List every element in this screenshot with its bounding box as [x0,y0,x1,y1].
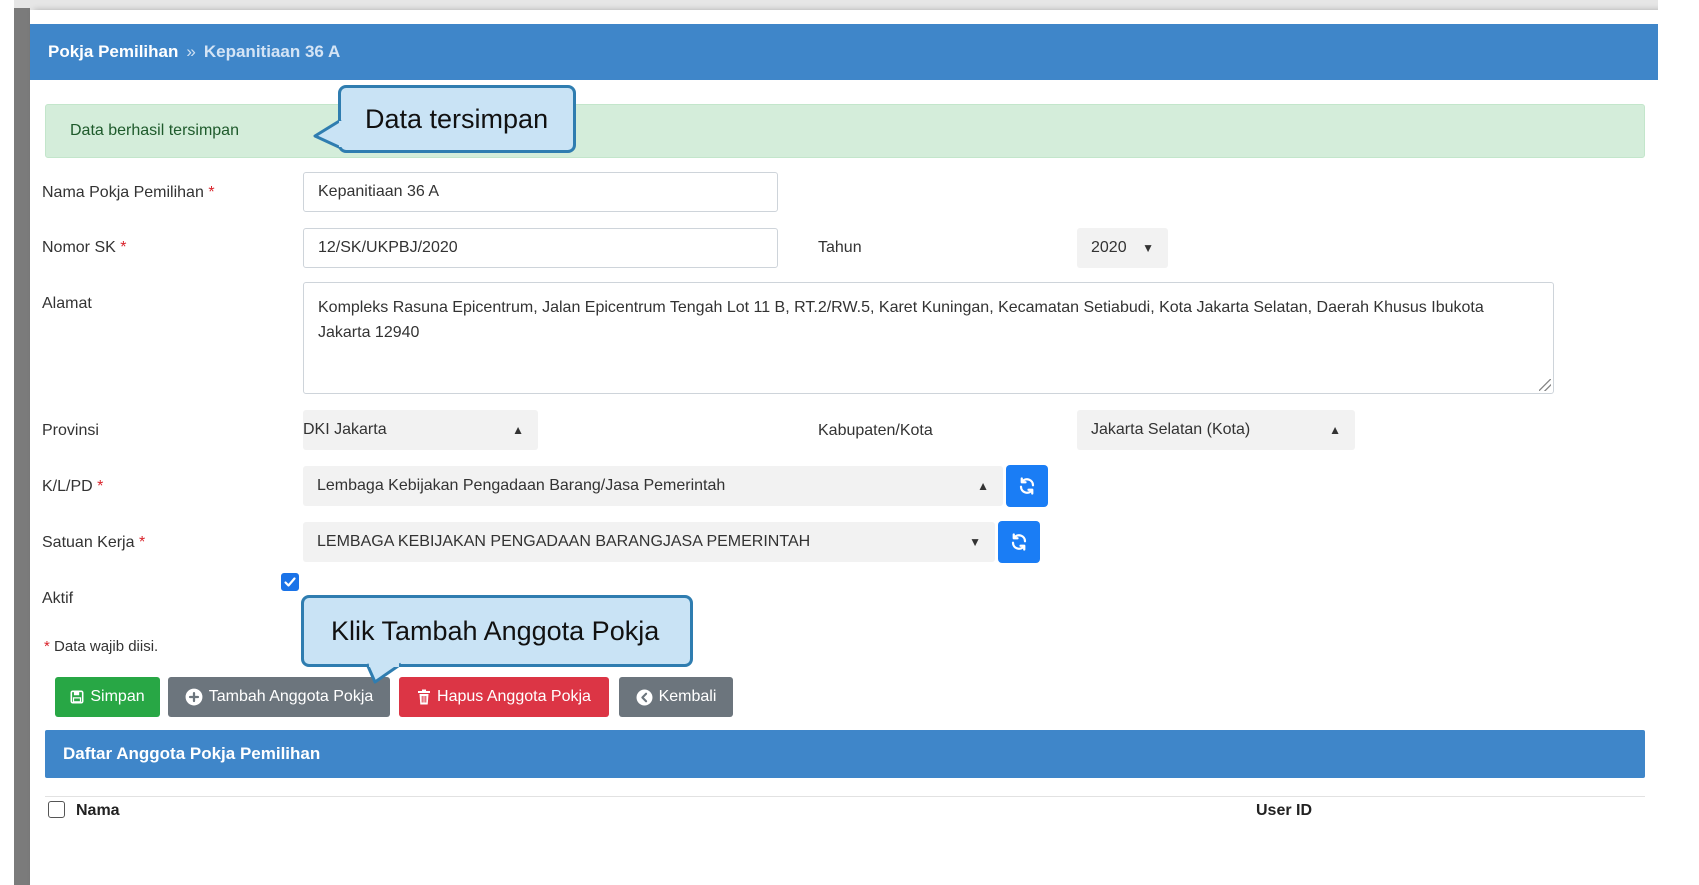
tahun-select[interactable]: 2020 ▼ [1077,228,1168,268]
hapus-anggota-label: Hapus Anggota Pokja [437,688,591,705]
klpd-value: Lembaga Kebijakan Pengadaan Barang/Jasa … [317,477,726,494]
screenshot-frame-left [14,8,30,885]
caret-up-icon: ▲ [1329,423,1341,437]
klpd-refresh-button[interactable] [1006,465,1048,507]
plus-circle-icon [185,688,203,706]
callout-pointer-icon [313,118,343,150]
satker-refresh-button[interactable] [998,521,1040,563]
provinsi-label: Provinsi [42,422,99,439]
satker-value: LEMBAGA KEBIJAKAN PENGADAAN BARANGJASA P… [317,533,811,550]
caret-up-icon: ▲ [512,423,524,437]
callout-saved-text: Data tersimpan [365,103,549,134]
alert-message: Data berhasil tersimpan [70,122,239,139]
klpd-label: K/L/PD * [42,478,104,495]
tahun-value: 2020 [1091,239,1127,256]
tambah-anggota-label: Tambah Anggota Pokja [208,688,374,705]
alamat-label: Alamat [42,295,92,312]
breadcrumb: Pokja Pemilihan » Kepanitiaan 36 A [30,24,1660,80]
nomor-sk-value: 12/SK/UKPBJ/2020 [318,239,458,256]
column-header-user-id[interactable]: User ID [1256,802,1312,820]
alamat-textarea[interactable]: Kompleks Rasuna Epicentrum, Jalan Epicen… [303,282,1554,394]
kabupaten-select[interactable]: Jakarta Selatan (Kota) ▲ [1077,410,1355,450]
screenshot-frame-top [14,0,1664,10]
simpan-label: Simpan [90,688,145,705]
arrow-left-circle-icon [636,689,653,705]
trash-icon [418,689,431,705]
provinsi-select[interactable]: DKI Jakarta ▲ [303,410,538,450]
refresh-icon [1011,533,1027,551]
nomor-sk-label: Nomor SK * [42,239,127,256]
simpan-button[interactable]: Simpan [55,677,160,717]
select-all-checkbox[interactable] [48,801,65,818]
required-note: * Data wajib diisi. [44,638,159,655]
column-header-nama[interactable]: Nama [76,802,120,820]
klpd-select[interactable]: Lembaga Kebijakan Pengadaan Barang/Jasa … [303,466,1003,506]
caret-up-icon: ▲ [977,479,989,493]
kabupaten-label: Kabupaten/Kota [818,422,933,439]
nama-pokja-value: Kepanitiaan 36 A [318,183,439,200]
callout-data-tersimpan: Data tersimpan [338,85,576,153]
provinsi-value: DKI Jakarta [303,421,387,438]
member-table-title-bar: Daftar Anggota Pokja Pemilihan [45,730,1645,778]
kembali-label: Kembali [658,688,717,705]
table-divider [45,796,1645,797]
check-icon [284,577,296,587]
member-table-title: Daftar Anggota Pokja Pemilihan [63,744,321,763]
page-container: Pokja Pemilihan » Kepanitiaan 36 A Data … [30,10,1660,885]
breadcrumb-current: Kepanitiaan 36 A [203,42,341,61]
callout-pointer-icon [365,662,402,684]
satker-label: Satuan Kerja * [42,534,146,551]
refresh-icon [1019,477,1035,495]
resize-handle-icon[interactable] [1539,379,1551,391]
kabupaten-value: Jakarta Selatan (Kota) [1091,421,1251,438]
kembali-button[interactable]: Kembali [619,677,733,717]
save-icon [70,690,84,704]
satker-select[interactable]: LEMBAGA KEBIJAKAN PENGADAAN BARANGJASA P… [303,522,995,562]
alamat-value: Kompleks Rasuna Epicentrum, Jalan Epicen… [318,299,1484,341]
hapus-anggota-button[interactable]: Hapus Anggota Pokja [399,677,609,717]
callout-add-text: Klik Tambah Anggota Pokja [331,615,660,646]
success-alert: Data berhasil tersimpan [45,104,1645,158]
tambah-anggota-button[interactable]: Tambah Anggota Pokja [168,677,390,717]
nama-pokja-label: Nama Pokja Pemilihan * [42,184,215,201]
nama-pokja-input[interactable]: Kepanitiaan 36 A [303,172,778,212]
callout-klik-tambah: Klik Tambah Anggota Pokja [301,595,693,667]
aktif-checkbox[interactable] [281,573,299,591]
caret-down-icon: ▼ [969,535,981,549]
breadcrumb-parent[interactable]: Pokja Pemilihan [48,42,178,62]
aktif-label: Aktif [42,590,74,607]
tahun-label: Tahun [818,239,862,256]
breadcrumb-separator: » [186,42,196,61]
caret-down-icon: ▼ [1142,241,1154,255]
screenshot-frame-right [1658,0,1699,885]
nomor-sk-input[interactable]: 12/SK/UKPBJ/2020 [303,228,778,268]
